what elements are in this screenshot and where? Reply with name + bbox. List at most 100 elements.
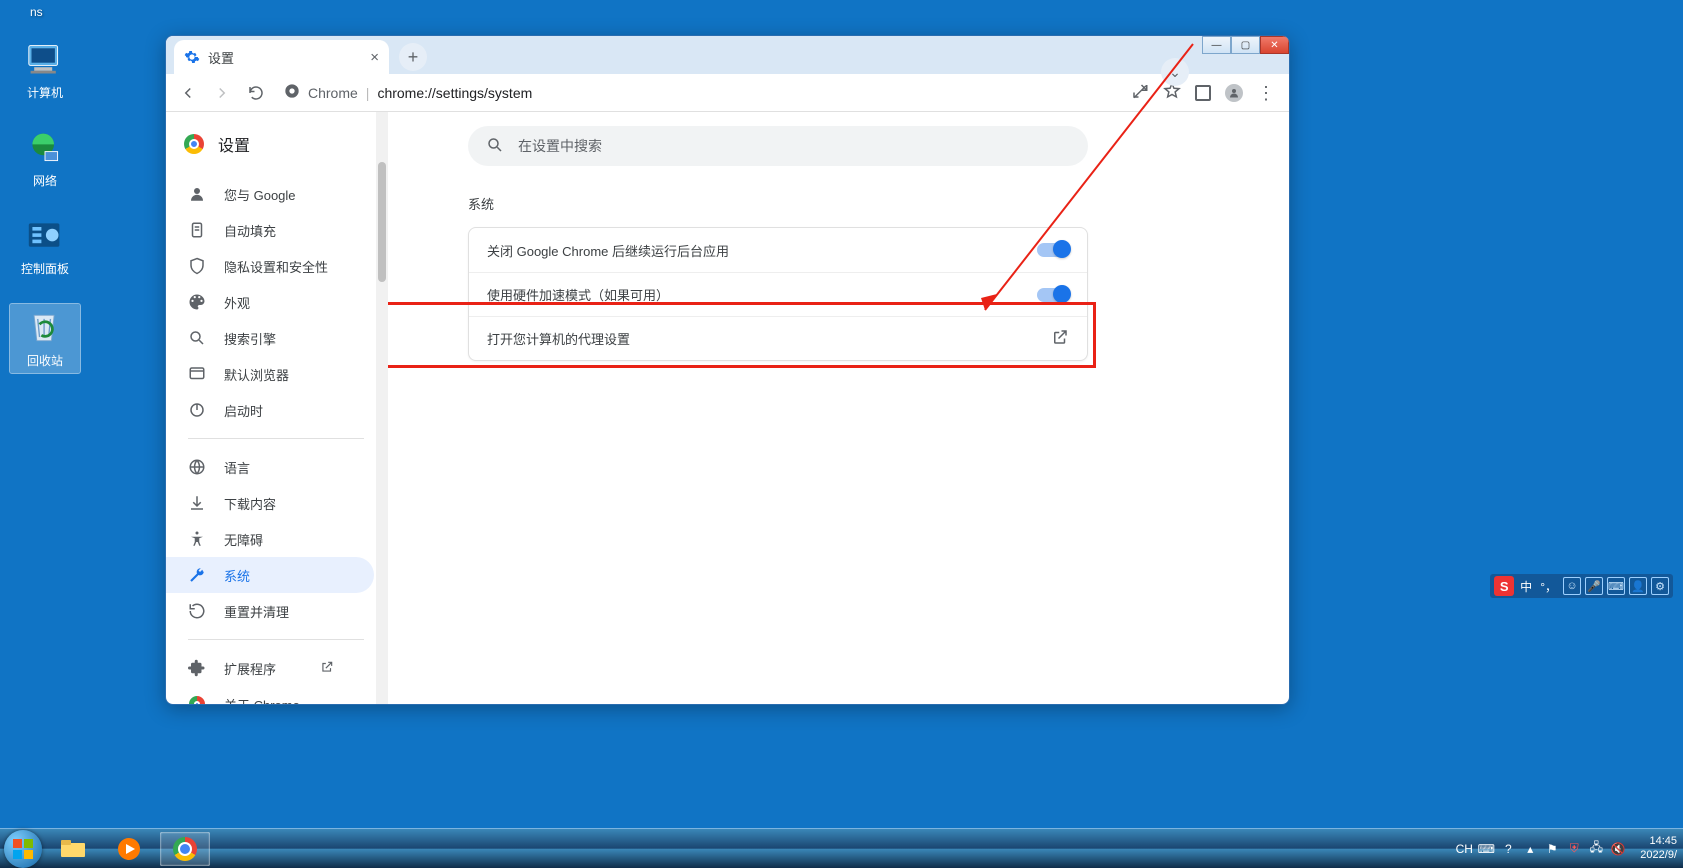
sidebar-scrollbar[interactable] xyxy=(376,112,388,704)
taskbar-chrome[interactable] xyxy=(160,832,210,866)
sidebar-item-autofill[interactable]: 自动填充 xyxy=(166,212,374,248)
sidebar-item-downloads[interactable]: 下载内容 xyxy=(166,485,374,521)
tray-flag-icon[interactable]: ⚑ xyxy=(1544,841,1560,857)
desktop-icon-recycle-bin[interactable]: 回收站 xyxy=(10,304,80,373)
settings-search-input[interactable]: 在设置中搜索 xyxy=(468,126,1088,166)
tray-volume-icon[interactable]: 🔇 xyxy=(1610,841,1626,857)
keyboard-icon[interactable]: ⌨ xyxy=(1607,577,1625,595)
new-tab-button[interactable]: + xyxy=(399,43,427,71)
sidebar-item-system[interactable]: 系统 xyxy=(166,557,374,593)
sidebar-item-label: 无障碍 xyxy=(224,530,263,549)
person-icon xyxy=(188,185,206,203)
sidebar-item-label: 搜索引擎 xyxy=(224,329,276,348)
person-icon[interactable]: 👤 xyxy=(1629,577,1647,595)
taskbar-explorer[interactable] xyxy=(48,832,98,866)
toggle-background-apps[interactable] xyxy=(1037,243,1069,257)
toolbar-right: ⋮ xyxy=(1131,82,1279,103)
share-icon[interactable] xyxy=(1131,82,1149,103)
sidebar-item-languages[interactable]: 语言 xyxy=(166,449,374,485)
profile-icon[interactable] xyxy=(1225,84,1243,102)
ime-toolbar[interactable]: S 中 °， ☺ 🎤 ⌨ 👤 ⚙ xyxy=(1490,574,1673,598)
taskbar: CH ⌨ ? ▴ ⚑ ⛨ 🖧 🔇 14:45 2022/9/ xyxy=(0,828,1683,868)
row-hardware-acceleration[interactable]: 使用硬件加速模式（如果可用） xyxy=(469,272,1087,316)
mic-icon[interactable]: 🎤 xyxy=(1585,577,1603,595)
sidebar-item-label: 重置并清理 xyxy=(224,602,289,621)
accessibility-icon xyxy=(188,530,206,548)
sidebar-item-about[interactable]: 关于 Chrome xyxy=(166,686,374,704)
globe-icon xyxy=(188,458,206,476)
sidebar-item-you-and-google[interactable]: 您与 Google xyxy=(166,176,374,212)
chevron-down-icon[interactable]: ⌄ xyxy=(1161,58,1189,86)
sidebar-divider xyxy=(188,639,364,640)
language-indicator[interactable]: CH xyxy=(1456,841,1472,857)
sidebar-item-search-engine[interactable]: 搜索引擎 xyxy=(166,320,374,356)
desktop-icon-network[interactable]: 网络 xyxy=(10,128,80,189)
forward-button[interactable] xyxy=(210,81,234,105)
row-proxy-settings[interactable]: 打开您计算机的代理设置 xyxy=(469,316,1087,360)
smile-icon[interactable]: ☺ xyxy=(1563,577,1581,595)
toggle-hardware-acceleration[interactable] xyxy=(1037,288,1069,302)
titlebar: 设置 × + ⌄ — ▢ ✕ xyxy=(166,36,1289,74)
row-label: 使用硬件加速模式（如果可用） xyxy=(487,285,669,304)
clock-date: 2022/9/ xyxy=(1640,849,1677,862)
taskbar-media-player[interactable] xyxy=(104,832,154,866)
wrench-icon xyxy=(188,566,206,584)
sidebar-item-privacy[interactable]: 隐私设置和安全性 xyxy=(166,248,374,284)
desktop-icon-control-panel[interactable]: 控制面板 xyxy=(10,216,80,277)
settings-title-row: 设置 xyxy=(166,132,388,176)
sidebar-item-reset[interactable]: 重置并清理 xyxy=(166,593,374,629)
settings-icon[interactable]: ⚙ xyxy=(1651,577,1669,595)
control-panel-icon xyxy=(25,216,65,256)
settings-sidebar: 设置 您与 Google 自动填充 隐私设置和安全性 外观 xyxy=(166,112,388,704)
address-url: chrome://settings/system xyxy=(377,85,532,101)
tab-settings[interactable]: 设置 × xyxy=(174,40,389,74)
toolbar: Chrome | chrome://settings/system ⋮ xyxy=(166,74,1289,112)
browser-icon xyxy=(188,365,206,383)
address-bar[interactable]: Chrome | chrome://settings/system xyxy=(278,83,1121,102)
tray-help-icon[interactable]: ? xyxy=(1500,841,1516,857)
row-background-apps[interactable]: 关闭 Google Chrome 后继续运行后台应用 xyxy=(469,228,1087,272)
back-button[interactable] xyxy=(176,81,200,105)
sidebar-item-label: 关于 Chrome xyxy=(224,695,300,705)
row-label: 关闭 Google Chrome 后继续运行后台应用 xyxy=(487,241,729,260)
minimize-button[interactable]: — xyxy=(1202,36,1231,54)
search-icon xyxy=(486,136,504,157)
computer-icon xyxy=(25,40,65,80)
reload-button[interactable] xyxy=(244,81,268,105)
sidebar-item-on-startup[interactable]: 启动时 xyxy=(166,392,374,428)
close-button[interactable]: ✕ xyxy=(1260,36,1289,54)
network-icon xyxy=(25,128,65,168)
taskbar-clock[interactable]: 14:45 2022/9/ xyxy=(1632,835,1677,861)
sidebar-item-accessibility[interactable]: 无障碍 xyxy=(166,521,374,557)
search-icon xyxy=(188,329,206,347)
settings-title: 设置 xyxy=(218,132,250,156)
maximize-button[interactable]: ▢ xyxy=(1231,36,1260,54)
desktop-label: 计算机 xyxy=(10,84,80,101)
autofill-icon xyxy=(188,221,206,239)
start-button[interactable] xyxy=(4,830,42,868)
ime-language[interactable]: 中 xyxy=(1518,578,1534,595)
tray-network-icon[interactable]: 🖧 xyxy=(1588,841,1604,857)
ime-punctuation[interactable]: °， xyxy=(1538,578,1559,595)
side-panel-icon[interactable] xyxy=(1195,85,1211,101)
search-placeholder: 在设置中搜索 xyxy=(518,136,602,156)
close-tab-icon[interactable]: × xyxy=(370,49,379,66)
sidebar-divider xyxy=(188,438,364,439)
desktop-icon-computer[interactable]: 计算机 xyxy=(10,40,80,101)
address-divider: | xyxy=(366,85,370,101)
system-tray: CH ⌨ ? ▴ ⚑ ⛨ 🖧 🔇 14:45 2022/9/ xyxy=(1456,835,1677,861)
external-link-icon xyxy=(1051,328,1069,349)
tray-chevron-icon[interactable]: ▴ xyxy=(1522,841,1538,857)
tray-keyboard-icon[interactable]: ⌨ xyxy=(1478,841,1494,857)
desktop-label: 控制面板 xyxy=(10,260,80,277)
sidebar-item-label: 自动填充 xyxy=(224,221,276,240)
tab-title: 设置 xyxy=(208,48,234,67)
tray-shield-icon[interactable]: ⛨ xyxy=(1566,841,1582,857)
desktop-label: 网络 xyxy=(10,172,80,189)
scrollbar-thumb[interactable] xyxy=(378,162,386,282)
sidebar-item-default-browser[interactable]: 默认浏览器 xyxy=(166,356,374,392)
sidebar-item-appearance[interactable]: 外观 xyxy=(166,284,374,320)
sidebar-item-extensions[interactable]: 扩展程序 xyxy=(166,650,374,686)
detached-text: ns xyxy=(30,5,43,19)
sidebar-item-label: 启动时 xyxy=(224,401,263,420)
